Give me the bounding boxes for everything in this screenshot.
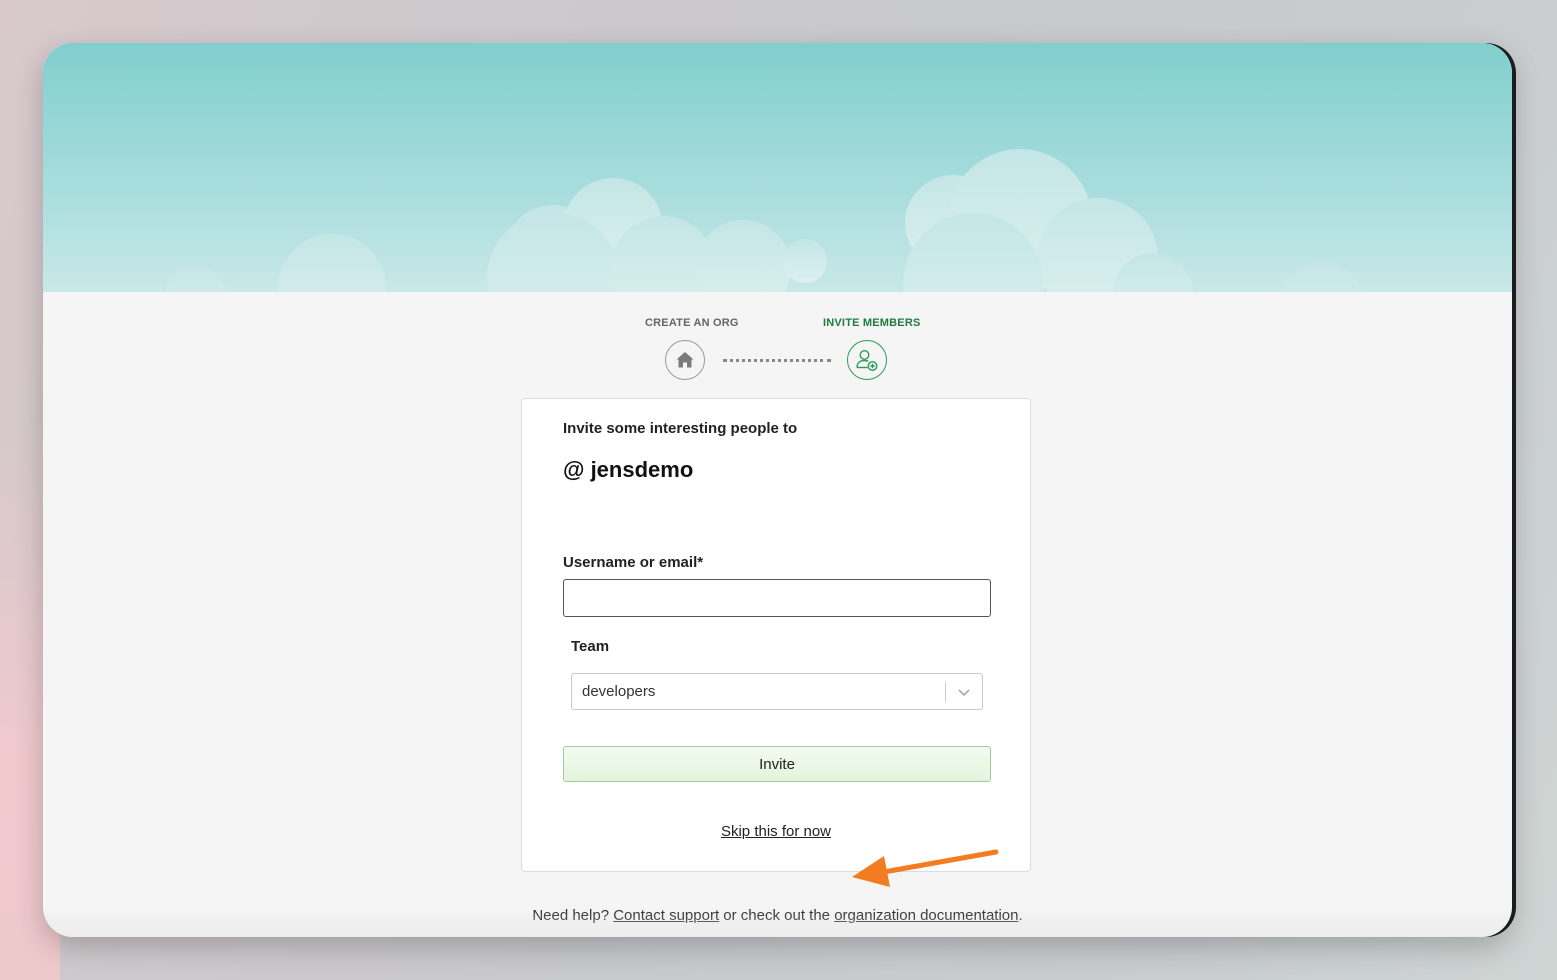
help-suffix: . [1018,907,1023,924]
step-invite-members [847,340,887,380]
team-select[interactable]: developers [571,673,983,710]
browser-window: CREATE AN ORG INVITE MEMBERS Invite some… [43,43,1512,937]
username-label: Username or email* [563,554,704,571]
step-create-org-label: CREATE AN ORG [645,317,739,329]
skip-link[interactable]: Skip this for now [721,823,831,840]
main-content: CREATE AN ORG INVITE MEMBERS Invite some… [43,292,1512,937]
step-connector [723,359,831,362]
invite-card: Invite some interesting people to @ jens… [521,398,1031,872]
chevron-down-icon[interactable] [956,684,972,700]
help-footer: Need help? Contact support or check out … [43,907,1512,924]
home-icon [676,352,694,368]
step-create-org [665,340,705,380]
clouds-illustration [165,149,1362,292]
hero-banner [43,43,1512,292]
annotation-arrow [852,849,999,887]
username-email-input[interactable] [563,579,991,617]
help-prefix: Need help? [532,907,610,924]
invite-intro-text: Invite some interesting people to [563,420,798,437]
team-selected-value: developers [582,683,656,700]
skip-container: Skip this for now [522,823,1030,841]
invite-button[interactable]: Invite [563,746,991,782]
add-user-icon [856,349,878,372]
step-invite-members-label: INVITE MEMBERS [823,317,921,329]
organization-documentation-link[interactable]: organization documentation [834,907,1018,924]
team-label: Team [571,638,610,655]
select-separator [945,682,946,702]
help-middle: or check out the [723,907,831,924]
contact-support-link[interactable]: Contact support [613,907,719,924]
org-name: @ jensdemo [563,457,694,482]
